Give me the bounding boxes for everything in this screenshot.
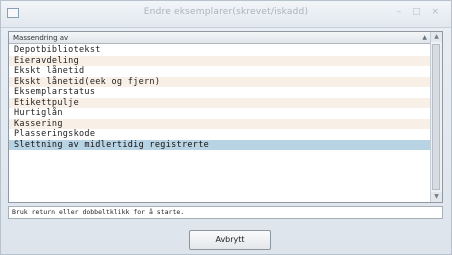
list-item[interactable]: Eksemplarstatus — [9, 87, 432, 98]
scroll-thumb[interactable] — [432, 44, 440, 190]
list-item[interactable]: Slettning av midlertidig registrerte — [9, 139, 432, 150]
list-item[interactable]: Kassering — [9, 118, 432, 129]
list-item[interactable]: Plasseringskode — [9, 129, 432, 140]
scroll-down-icon[interactable]: ▼ — [431, 192, 442, 202]
list-item[interactable]: Depotbibliotekst — [9, 45, 432, 56]
instruction-text: Bruk return eller dobbeltklikk for å sta… — [8, 206, 443, 219]
list-item[interactable]: Hurtiglån — [9, 108, 432, 119]
window-controls[interactable]: – □ × — [397, 7, 443, 17]
vertical-scrollbar[interactable]: ▲ ▼ — [430, 32, 442, 202]
list-item[interactable]: Eieravdeling — [9, 55, 432, 66]
sort-arrow-icon: ▲ — [422, 34, 427, 41]
list-rows: Depotbibliotekst Eieravdeling Ekskt låneti… — [9, 45, 432, 150]
cancel-button[interactable]: Avbrytt — [189, 230, 271, 250]
scroll-up-icon[interactable]: ▲ — [431, 32, 442, 42]
list-item[interactable]: Etikettpulje — [9, 97, 432, 108]
column-header-label: Massendring av — [13, 34, 69, 42]
change-type-list[interactable]: Massendring av ▲ Depotbibliotekst Eieravd… — [8, 31, 443, 203]
list-item[interactable]: Ekskt lånetid — [9, 66, 432, 77]
column-header[interactable]: Massendring av ▲ — [9, 32, 432, 44]
window-title: Endre eksemplarer(skrevet/iskadd) — [143, 7, 309, 17]
title-bar[interactable]: Endre eksemplarer(skrevet/iskadd) – □ × — [1, 1, 451, 28]
dialog-window: Endre eksemplarer(skrevet/iskadd) – □ × … — [0, 0, 452, 255]
list-item[interactable]: Ekskt lånetid(eek og fjern) — [9, 76, 432, 87]
